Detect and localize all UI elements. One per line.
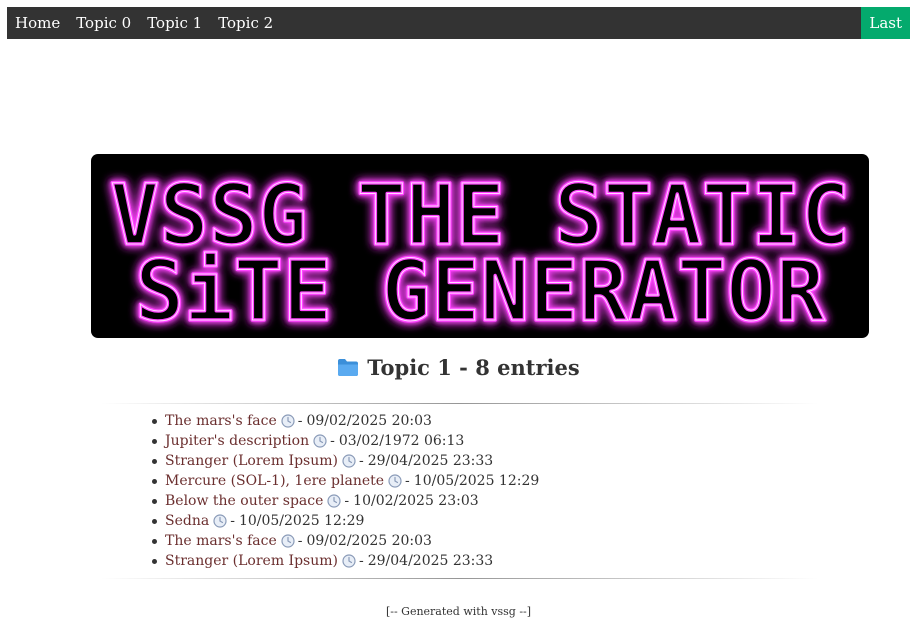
neon-banner-image: VSSG THE STATIC SiTE GENERATOR VSSG THE … <box>108 164 852 338</box>
nav-topic-1[interactable]: Topic 1 <box>139 7 210 39</box>
entry-link[interactable]: The mars's face <box>165 411 277 431</box>
clock-icon <box>281 414 295 428</box>
bullet <box>152 498 157 504</box>
clock-icon <box>388 474 402 488</box>
entry-link[interactable]: Mercure (SOL-1), 1ere planete <box>165 471 384 491</box>
divider-bottom <box>101 578 818 579</box>
entry-date: 09/02/2025 20:03 <box>306 413 432 429</box>
clock-icon <box>281 534 295 548</box>
site-banner: VSSG THE STATIC SiTE GENERATOR VSSG THE … <box>91 154 869 338</box>
footer: [-- Generated with vssg --] <box>385 605 532 618</box>
entry-separator: - <box>358 553 364 569</box>
list-item: Stranger (Lorem Ipsum) -29/04/2025 23:33 <box>147 551 539 571</box>
bullet <box>152 538 157 544</box>
topic-title-text: Topic 1 - 8 entries <box>367 355 580 380</box>
entry-date: 29/04/2025 23:33 <box>367 553 494 569</box>
entry-separator: - <box>230 513 235 529</box>
entry-separator: - <box>297 413 303 429</box>
entry-date: 10/05/2025 12:29 <box>413 473 540 489</box>
entry-date: 29/04/2025 23:33 <box>367 453 494 469</box>
entry-list: The mars's face -09/02/2025 20:03 Jupiter'… <box>147 411 539 571</box>
bullet <box>152 418 157 424</box>
top-navbar: Home Topic 0 Topic 1 Topic 2 Last <box>7 7 910 39</box>
entry-link[interactable]: Below the outer space <box>165 491 323 511</box>
entry-link[interactable]: Stranger (Lorem Ipsum) <box>165 551 338 571</box>
bullet <box>152 458 157 464</box>
nav-last[interactable]: Last <box>861 7 910 39</box>
list-item: Below the outer space -10/02/2025 23:03 <box>147 491 539 511</box>
page-title: Topic 1 - 8 entries <box>0 355 917 380</box>
folder-icon <box>338 359 359 376</box>
bullet <box>152 438 157 444</box>
bullet <box>152 478 157 484</box>
clock-icon <box>313 434 327 448</box>
nav-home[interactable]: Home <box>7 7 68 39</box>
banner-line-2-highlight: SiTE GENERATOR <box>135 242 825 338</box>
nav-topic-0[interactable]: Topic 0 <box>68 7 139 39</box>
list-item: Sedna -10/05/2025 12:29 <box>147 511 539 531</box>
entry-date: 10/02/2025 23:03 <box>353 493 479 509</box>
entry-link[interactable]: The mars's face <box>165 531 277 551</box>
list-item: Jupiter's description -03/02/1972 06:13 <box>147 431 539 451</box>
entry-separator: - <box>405 473 410 489</box>
clock-icon <box>342 554 356 568</box>
list-item: Mercure (SOL-1), 1ere planete -10/05/2025… <box>147 471 539 491</box>
clock-icon <box>327 494 342 508</box>
divider-top <box>101 403 818 404</box>
bullet <box>152 518 157 524</box>
bullet <box>152 558 157 564</box>
entry-date: 10/05/2025 12:29 <box>238 513 365 529</box>
entry-link[interactable]: Stranger (Lorem Ipsum) <box>165 451 338 471</box>
entry-date: 09/02/2025 20:03 <box>306 533 432 549</box>
entry-separator: - <box>358 453 364 469</box>
list-item: The mars's face -09/02/2025 20:03 <box>147 411 539 431</box>
entry-date: 03/02/1972 06:13 <box>338 433 465 449</box>
clock-icon <box>342 454 356 468</box>
list-item: The mars's face -09/02/2025 20:03 <box>147 531 539 551</box>
entry-separator: - <box>344 493 350 509</box>
entry-link[interactable]: Sedna <box>165 511 209 531</box>
list-item: Stranger (Lorem Ipsum) -29/04/2025 23:33 <box>147 451 539 471</box>
entry-link[interactable]: Jupiter's description <box>165 431 309 451</box>
nav-topic-2[interactable]: Topic 2 <box>210 7 281 39</box>
clock-icon <box>213 514 227 528</box>
entry-separator: - <box>297 533 303 549</box>
entry-separator: - <box>330 433 335 449</box>
